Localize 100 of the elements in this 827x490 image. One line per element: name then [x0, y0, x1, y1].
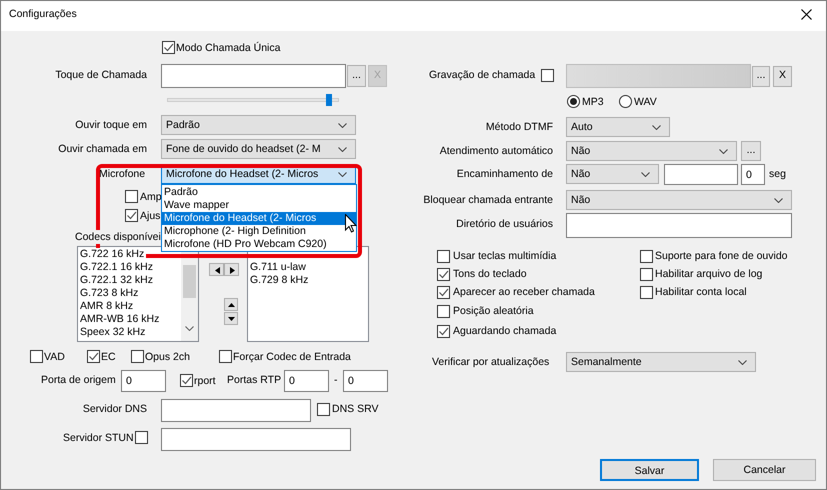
- radio-label: MP3: [582, 95, 604, 109]
- checkbox-label: VAD: [44, 350, 65, 364]
- move-down-button[interactable]: [224, 312, 238, 325]
- checkbox-label: Amp: [140, 190, 162, 204]
- dropdown[interactable]: Não: [566, 164, 659, 184]
- list-item[interactable]: G.722.1 16 kHz: [78, 261, 180, 274]
- list-item[interactable]: AMR 8 kHz: [78, 300, 180, 313]
- checkbox-label: Aparecer ao receber chamada: [453, 285, 595, 299]
- cancel-button[interactable]: Cancelar: [713, 459, 816, 481]
- chevron-down-icon: [719, 149, 728, 154]
- separator-text: -: [334, 373, 338, 387]
- checkbox-label: Habilitar conta local: [655, 285, 747, 299]
- list-item[interactable]: G.723 8 kHz: [78, 287, 180, 300]
- triangle-up-icon: [228, 303, 235, 307]
- browse-button[interactable]: ...: [347, 65, 366, 87]
- checkbox-label: Posição aleatória: [453, 304, 534, 318]
- list-item[interactable]: G.722.1 32 kHz: [78, 274, 180, 287]
- group-label: Codecs disponívei: [75, 230, 161, 244]
- close-icon[interactable]: [801, 9, 812, 20]
- checkbox-label: Habilitar arquivo de log: [655, 267, 762, 281]
- chevron-down-icon: [738, 360, 747, 365]
- chevron-down-icon: [652, 125, 661, 130]
- checkbox[interactable]: [180, 374, 193, 387]
- input-field[interactable]: [161, 428, 351, 451]
- checkbox[interactable]: [437, 325, 450, 338]
- checkbox-label: rport: [194, 374, 216, 388]
- input-field[interactable]: 0: [343, 370, 388, 392]
- slider-thumb[interactable]: [326, 94, 332, 106]
- chevron-down-icon: [338, 123, 347, 128]
- checkbox[interactable]: [87, 350, 100, 363]
- field-label: Diretório de usuários: [456, 217, 553, 231]
- checkbox[interactable]: [131, 350, 144, 363]
- chevron-down-icon: [774, 198, 783, 203]
- input-field[interactable]: 0: [741, 164, 765, 185]
- checkbox[interactable]: [640, 268, 653, 281]
- field-label: Portas RTP: [227, 373, 282, 387]
- checkbox-label: Modo Chamada Única: [176, 41, 280, 55]
- checkbox[interactable]: [125, 190, 138, 203]
- field-label: Encaminhamento de: [456, 167, 553, 181]
- dropdown-option[interactable]: Microfone do Headset (2- Micros: [162, 212, 356, 225]
- checkbox[interactable]: [437, 268, 450, 281]
- checkbox-label: Usar teclas multimídia: [453, 249, 556, 263]
- dropdown[interactable]: Não: [566, 141, 737, 161]
- radio-button[interactable]: [619, 95, 632, 108]
- input-field[interactable]: [664, 164, 738, 185]
- more-button[interactable]: ...: [741, 141, 761, 161]
- radio-label: WAV: [634, 95, 657, 109]
- checkbox[interactable]: [125, 209, 138, 222]
- field-label: Atendimento automático: [440, 144, 553, 158]
- field-label: Método DTMF: [486, 120, 553, 134]
- list-item[interactable]: Speex 32 kHz: [78, 326, 180, 339]
- chevron-down-icon: [641, 172, 650, 177]
- field-label: Servidor STUN: [63, 431, 134, 445]
- move-left-button[interactable]: [209, 263, 224, 276]
- browse-button[interactable]: ...: [752, 66, 770, 87]
- unit-label: seg: [769, 167, 786, 181]
- checkbox[interactable]: [135, 431, 148, 444]
- checkbox[interactable]: [219, 350, 232, 363]
- input-field[interactable]: [566, 64, 751, 88]
- checkbox[interactable]: [640, 250, 653, 263]
- dropdown[interactable]: Padrão: [161, 115, 356, 135]
- list-item[interactable]: AMR-WB 16 kHz: [78, 313, 180, 326]
- list-item[interactable]: G.729 8 kHz: [248, 274, 350, 287]
- checkbox-label: Tons do teclado: [453, 267, 527, 281]
- chevron-down-icon: [338, 172, 347, 177]
- input-field[interactable]: [161, 399, 311, 422]
- checkbox[interactable]: [30, 350, 43, 363]
- checkbox[interactable]: [541, 69, 554, 82]
- dropdown[interactable]: Semanalmente: [566, 352, 756, 372]
- checkbox-label: Aguardando chamada: [453, 324, 556, 338]
- chevron-down-icon[interactable]: [185, 326, 194, 331]
- dropdown-option[interactable]: Padrão: [162, 186, 356, 199]
- field-label: Verificar por atualizações: [432, 355, 550, 369]
- clear-button[interactable]: X: [773, 66, 792, 87]
- input-field[interactable]: [161, 64, 346, 88]
- field-label: Ouvir toque em: [75, 118, 147, 132]
- list-item[interactable]: G.711 u-law: [248, 261, 350, 274]
- move-up-button[interactable]: [224, 298, 238, 311]
- dropdown[interactable]: Fone de ouvido do headset (2- M: [161, 139, 356, 159]
- checkbox[interactable]: [437, 286, 450, 299]
- move-right-button[interactable]: [224, 263, 239, 276]
- codec-list[interactable]: G.722 16 kHz G.722.1 16 kHz G.722.1 32 kHz G.723 8 kHz AMR 8 kHz AMR-WB 16 kHz Speex 32 kHz: [77, 246, 199, 342]
- dropdown[interactable]: Auto: [566, 117, 670, 137]
- window-title: Configurações: [9, 7, 77, 21]
- dropdown[interactable]: Não: [566, 190, 792, 210]
- checkbox[interactable]: [437, 305, 450, 318]
- input-field[interactable]: 0: [284, 370, 329, 392]
- dropdown-option[interactable]: Wave mapper: [162, 199, 356, 212]
- checkbox-label: Forçar Codec de Entrada: [233, 350, 351, 364]
- checkbox[interactable]: [317, 403, 330, 416]
- checkbox[interactable]: [437, 250, 450, 263]
- checkbox[interactable]: [162, 41, 175, 54]
- checkbox-label: Opus 2ch: [145, 350, 190, 364]
- save-button[interactable]: Salvar: [600, 459, 699, 481]
- triangle-right-icon: [230, 267, 235, 274]
- input-field[interactable]: [566, 213, 792, 238]
- radio-button[interactable]: [567, 95, 580, 108]
- checkbox[interactable]: [640, 286, 653, 299]
- input-field[interactable]: 0: [121, 370, 166, 392]
- scrollbar-thumb[interactable]: [183, 265, 196, 298]
